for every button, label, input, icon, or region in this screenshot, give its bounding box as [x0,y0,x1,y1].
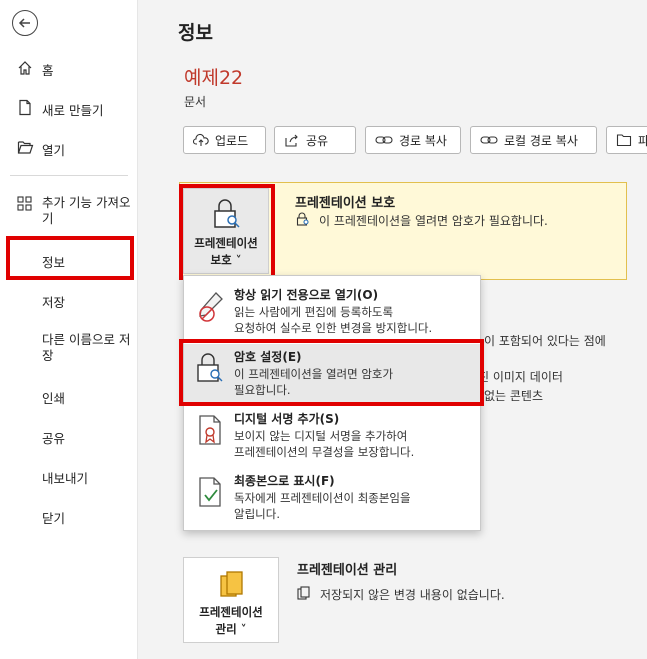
copy-path-button[interactable]: 경로 복사 [365,126,461,154]
sidebar-item-save-as[interactable]: 다른 이름으로 저장 [0,330,137,366]
documents-stack-icon [220,571,243,597]
protect-section-desc: 이 프레젠테이션을 열려면 암호가 필요합니다. [319,214,548,228]
add-ins-grid-icon [17,196,32,211]
folder-icon [616,134,632,147]
back-button[interactable] [12,10,38,36]
sidebar-item-share[interactable]: 공유 [0,426,137,448]
info-pane: 정보 예제22 문서 업로드 공유 경로 복사 로컬 경로 복사 파 프레젠테이… [138,0,647,659]
new-document-icon [19,99,31,116]
manage-button-label-2: 관리 ˅ [215,622,247,636]
link-icon [480,136,498,144]
page-title: 정보 [178,22,213,44]
sidebar-item-label: 인쇄 [42,391,66,406]
sidebar-item-get-add-ins[interactable]: 추가 기능 가져오기 [0,193,137,229]
open-location-label: 파 [638,133,647,148]
copy-local-path-button[interactable]: 로컬 경로 복사 [470,126,597,154]
sidebar-divider [10,175,128,176]
sidebar-item-home[interactable]: 홈 [0,58,137,80]
upload-button[interactable]: 업로드 [183,126,266,154]
backstage-sidebar: 홈 새로 만들기 열기 추가 기능 가져오기 정보 저장 다른 이름으로 저장 … [0,0,138,659]
sidebar-item-label: 공유 [42,431,66,446]
menu-item-always-open-read-only[interactable]: 항상 읽기 전용으로 열기(O) 읽는 사람에게 편집에 등록하도록 요청하여 … [184,282,480,340]
menu-item-title: 항상 읽기 전용으로 열기(O) [234,288,379,302]
inspect-text-2: 진 이미지 데이터 [478,370,563,384]
menu-item-title: 최종본으로 표시(F) [234,474,335,488]
menu-item-desc-2: 알립니다. [234,507,280,521]
menu-item-desc-2: 프레젠테이션의 무결성을 보장합니다. [234,445,415,459]
upload-label: 업로드 [215,133,249,148]
document-check-icon [199,477,221,507]
folder-open-icon [17,141,34,154]
manage-button-label-1: 프레젠테이션 [199,605,263,619]
sidebar-item-new[interactable]: 새로 만들기 [0,98,137,120]
highlight-box-encrypt [179,339,484,406]
manage-section-desc: 저장되지 않은 변경 내용이 없습니다. [320,588,505,602]
home-icon [18,61,32,75]
open-file-location-button[interactable]: 파 [606,126,647,154]
share-icon [285,134,298,147]
cloud-upload-icon [193,133,209,146]
menu-item-desc-1: 보이지 않는 디지털 서명을 추가하여 [234,429,408,443]
sidebar-item-label: 닫기 [42,511,66,526]
manage-section-title: 프레젠테이션 관리 [297,563,398,578]
lock-search-icon [296,212,309,226]
sidebar-item-label: 새로 만들기 [42,103,104,118]
sidebar-item-save[interactable]: 저장 [0,290,137,312]
manage-presentation-button[interactable]: 프레젠테이션 관리 ˅ [183,557,279,643]
sidebar-item-label: 다른 이름으로 저장 [42,332,131,363]
document-copies-icon [297,586,310,600]
menu-item-desc-1: 읽는 사람에게 편집에 등록하도록 [234,305,394,319]
inspect-text-1: 이 포함되어 있다는 점에 [484,334,606,348]
sidebar-item-label: 홈 [42,63,54,78]
copy-local-path-label: 로컬 경로 복사 [504,133,578,148]
pencil-prohibited-icon [199,292,223,322]
sidebar-item-open[interactable]: 열기 [0,138,137,160]
document-type: 문서 [184,95,207,109]
back-arrow-icon [18,18,30,28]
sidebar-item-close[interactable]: 닫기 [0,506,137,528]
menu-item-title: 디지털 서명 추가(S) [234,412,340,426]
protect-section-title: 프레젠테이션 보호 [295,196,396,211]
document-name: 예제22 [184,67,244,89]
sidebar-item-label: 추가 기능 가져오기 [42,195,131,226]
sidebar-item-print[interactable]: 인쇄 [0,386,137,408]
highlight-box-info [6,236,134,280]
inspect-text-3: 없는 콘텐츠 [484,389,544,403]
link-icon [375,136,393,144]
menu-item-mark-as-final[interactable]: 최종본으로 표시(F) 독자에게 프레젠테이션이 최종본임을 알립니다. [184,468,480,526]
sidebar-item-label: 저장 [42,295,66,310]
highlight-box-protect [179,184,275,280]
copy-path-label: 경로 복사 [399,133,447,148]
share-button[interactable]: 공유 [274,126,356,154]
sidebar-item-label: 내보내기 [42,471,89,486]
menu-item-desc-1: 독자에게 프레젠테이션이 최종본임을 [234,491,411,505]
sidebar-item-label: 열기 [42,143,66,158]
menu-item-desc-2: 요청하여 실수로 인한 변경을 방지합니다. [234,321,433,335]
certificate-ribbon-icon [199,415,221,445]
menu-item-add-digital-signature[interactable]: 디지털 서명 추가(S) 보이지 않는 디지털 서명을 추가하여 프레젠테이션의… [184,406,480,464]
share-label: 공유 [306,133,329,148]
sidebar-item-export[interactable]: 내보내기 [0,466,137,488]
